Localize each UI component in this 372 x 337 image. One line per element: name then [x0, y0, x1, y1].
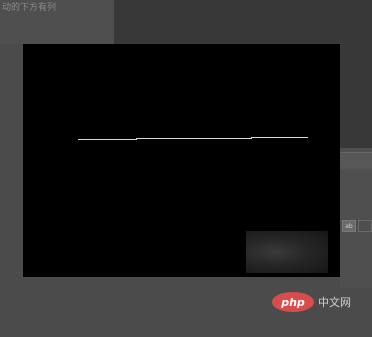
side-panel-field[interactable] [340, 152, 372, 169]
watermark-text: 中文网 [318, 296, 351, 309]
background-caption: 动的下方有列 [2, 3, 57, 13]
drawn-line-segment [78, 139, 137, 140]
drawn-line-segment [251, 137, 308, 138]
background-panel-left: 动的下方有列 [0, 0, 114, 44]
watermark: php 中文网 [272, 292, 351, 312]
screenshot-root: 动的下方有列 ab php 中文网 [0, 0, 372, 337]
drawn-line-segment [136, 138, 252, 139]
side-panel-checkbox[interactable] [358, 220, 372, 232]
php-logo: php [272, 292, 314, 312]
side-panel [340, 148, 372, 288]
side-panel-button[interactable]: ab [342, 220, 356, 232]
image-canvas[interactable] [23, 44, 340, 277]
navigator-preview[interactable] [246, 231, 328, 273]
